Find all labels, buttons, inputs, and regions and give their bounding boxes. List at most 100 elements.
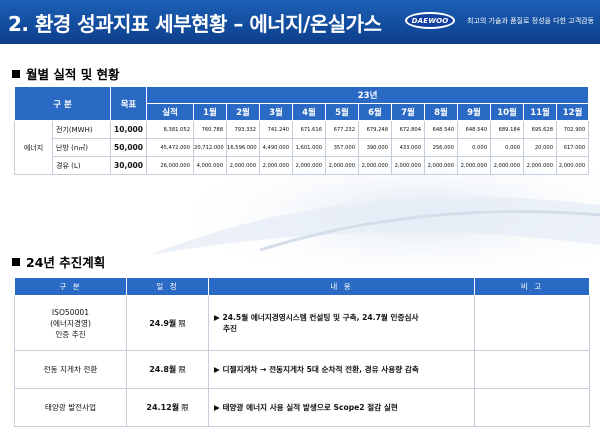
header-month: 7월	[391, 103, 426, 121]
plan-note	[474, 388, 590, 427]
table-row: 전동 지게차 전환 24.8월 限 ▶ 디젤지게차 → 전동지게차 5대 순차적 …	[14, 350, 590, 389]
month-value: 20.000	[523, 138, 558, 157]
month-value: 760.788	[193, 120, 228, 139]
plan-category-line: 전동 지게차 전환	[43, 365, 98, 374]
table-row: 경유 (L) 30,000 26,000.000 4,000.000 2,000…	[15, 156, 590, 175]
company-logo: DAEWOO	[405, 12, 455, 29]
plan-content-line: 추진	[223, 324, 237, 333]
month-value: 4,490.000	[259, 138, 294, 157]
plan-note	[474, 350, 590, 389]
plan-note	[474, 295, 590, 351]
header-month: 9월	[457, 103, 492, 121]
month-value: 2,000.000	[490, 156, 525, 175]
month-value: 2,000.000	[358, 156, 393, 175]
header-category: 구 분	[13, 86, 112, 121]
row-item: 전기(MWH)	[52, 120, 112, 139]
plan-content: ▶ 24.5월 에너지경영시스템 컨설팅 및 구축, 24.7월 인증심사 추진	[208, 295, 475, 351]
month-value: 672.804	[391, 120, 426, 139]
header-month: 11월	[523, 103, 558, 121]
month-value: 2,000.000	[424, 156, 459, 175]
header-month: 8월	[424, 103, 459, 121]
header-content: 내 용	[208, 277, 475, 296]
month-value: 16,596.000	[226, 138, 261, 157]
plan-category-line: 인증 추진	[55, 329, 86, 339]
schedule-limit: 限	[178, 318, 186, 328]
table-row: 태양광 발전사업 24.12월 限 ▶ 태양광 에너지 사용 실적 발생으로 Sc…	[14, 388, 590, 427]
month-value: 648.540	[424, 120, 459, 139]
row-actual: 8,381.052	[146, 120, 195, 139]
month-value: 617.000	[556, 138, 590, 157]
schedule-date: 24.9월	[149, 318, 177, 328]
schedule-date: 24.8월	[149, 365, 177, 374]
row-target: 10,000	[110, 120, 148, 139]
header-target: 목표	[110, 86, 148, 121]
month-value: 20,712.000	[193, 138, 228, 157]
header-month: 1월	[193, 103, 228, 121]
month-value: 2,000.000	[391, 156, 426, 175]
header-month: 6월	[358, 103, 393, 121]
row-actual: 26,000.000	[146, 156, 195, 175]
table-row: 에너지 전기(MWH) 10,000 8,381.052 760.788 793…	[14, 120, 590, 175]
month-value: 2,000.000	[457, 156, 492, 175]
plan-category-line: ISO50001	[51, 307, 90, 317]
month-value: 793.332	[226, 120, 261, 139]
row-item: 난방 (n㎥)	[52, 138, 112, 157]
row-target: 30,000	[110, 156, 148, 175]
page: 2. 환경 성과지표 세부현황 – 에너지/온실가스 DAEWOO 최고의 기술…	[0, 0, 600, 435]
plan-content: ▶ 디젤지게차 → 전동지게차 5대 순차적 전환, 경유 사용량 감축	[208, 350, 475, 389]
plan-category: 태양광 발전사업	[14, 388, 127, 427]
logo-text: DAEWOO	[407, 14, 453, 27]
month-value: 256.000	[424, 138, 459, 157]
month-value: 689.184	[490, 120, 525, 139]
plan-content-line: ▶ 디젤지게차 → 전동지게차 5대 순차적 전환, 경유 사용량 감축	[214, 365, 419, 374]
header-month: 10월	[490, 103, 525, 121]
plan-content-line: ▶ 24.5월 에너지경영시스템 컨설팅 및 구축, 24.7월 인증심사	[214, 313, 419, 322]
month-value: 702.900	[556, 120, 590, 139]
row-actual: 45,472.000	[146, 138, 195, 157]
header-bar: 2. 환경 성과지표 세부현황 – 에너지/온실가스 DAEWOO 최고의 기술…	[0, 0, 600, 44]
plan-schedule: 24.8월 限	[126, 350, 209, 389]
month-value: 2,000.000	[259, 156, 294, 175]
month-value: 677.232	[325, 120, 360, 139]
month-value: 2,000.000	[523, 156, 558, 175]
month-value: 2,000.000	[292, 156, 327, 175]
month-value: 679.248	[358, 120, 393, 139]
monthly-table: 구 분 목표 23년 실적 1월 2월 3월 4월 5월 6월 7월 8월 9월…	[13, 86, 590, 175]
header-year: 23년	[146, 86, 590, 104]
month-value: 2,000.000	[556, 156, 590, 175]
header-month: 3월	[259, 103, 294, 121]
month-value: 390.000	[358, 138, 393, 157]
schedule-date: 24.12월	[146, 403, 180, 412]
header-month: 2월	[226, 103, 261, 121]
row-target: 50,000	[110, 138, 148, 157]
month-value: 741.240	[259, 120, 294, 139]
month-value: 433.000	[391, 138, 426, 157]
section-title-plan: 24년 추진계획	[12, 252, 105, 271]
plan-category: ISO50001 (에너지경영) 인증 추진	[14, 295, 127, 351]
header-slogan: 최고의 기술과 품질로 정성을 다한 고객감동	[467, 17, 595, 25]
plan-schedule: 24.12월 限	[126, 388, 209, 427]
month-value: 0.000	[457, 138, 492, 157]
plan-content-line: ▶ 태양광 에너지 사용 실적 발생으로 Scope2 절감 실현	[214, 403, 398, 412]
month-value: 0.000	[490, 138, 525, 157]
plan-schedule: 24.9월 限	[126, 295, 209, 351]
month-value: 1,601.000	[292, 138, 327, 157]
section-title-text: 월별 실적 및 현황	[26, 67, 120, 82]
square-bullet-icon	[12, 69, 20, 78]
month-value: 671.616	[292, 120, 327, 139]
plan-content: ▶ 태양광 에너지 사용 실적 발생으로 Scope2 절감 실현	[208, 388, 475, 427]
month-value: 648.540	[457, 120, 492, 139]
month-value: 695.628	[523, 120, 558, 139]
schedule-limit: 限	[178, 365, 186, 374]
month-value: 2,000.000	[226, 156, 261, 175]
table-row: 난방 (n㎥) 50,000 45,472.000 20,712.000 16,…	[15, 138, 590, 157]
plan-category-line: (에너지경영)	[50, 318, 91, 328]
table-header-row: 구 분 목표 23년	[13, 86, 590, 121]
schedule-limit: 限	[181, 403, 189, 412]
header-actual: 실적	[146, 103, 195, 121]
month-value: 2,000.000	[325, 156, 360, 175]
plan-table: 구 분 일 정 내 용 비 고 ISO50001 (에너지경영) 인증 추진 2…	[14, 277, 590, 427]
plan-category: 전동 지게차 전환	[14, 350, 127, 389]
square-bullet-icon	[12, 257, 20, 266]
plan-category-line: 태양광 발전사업	[44, 403, 97, 412]
